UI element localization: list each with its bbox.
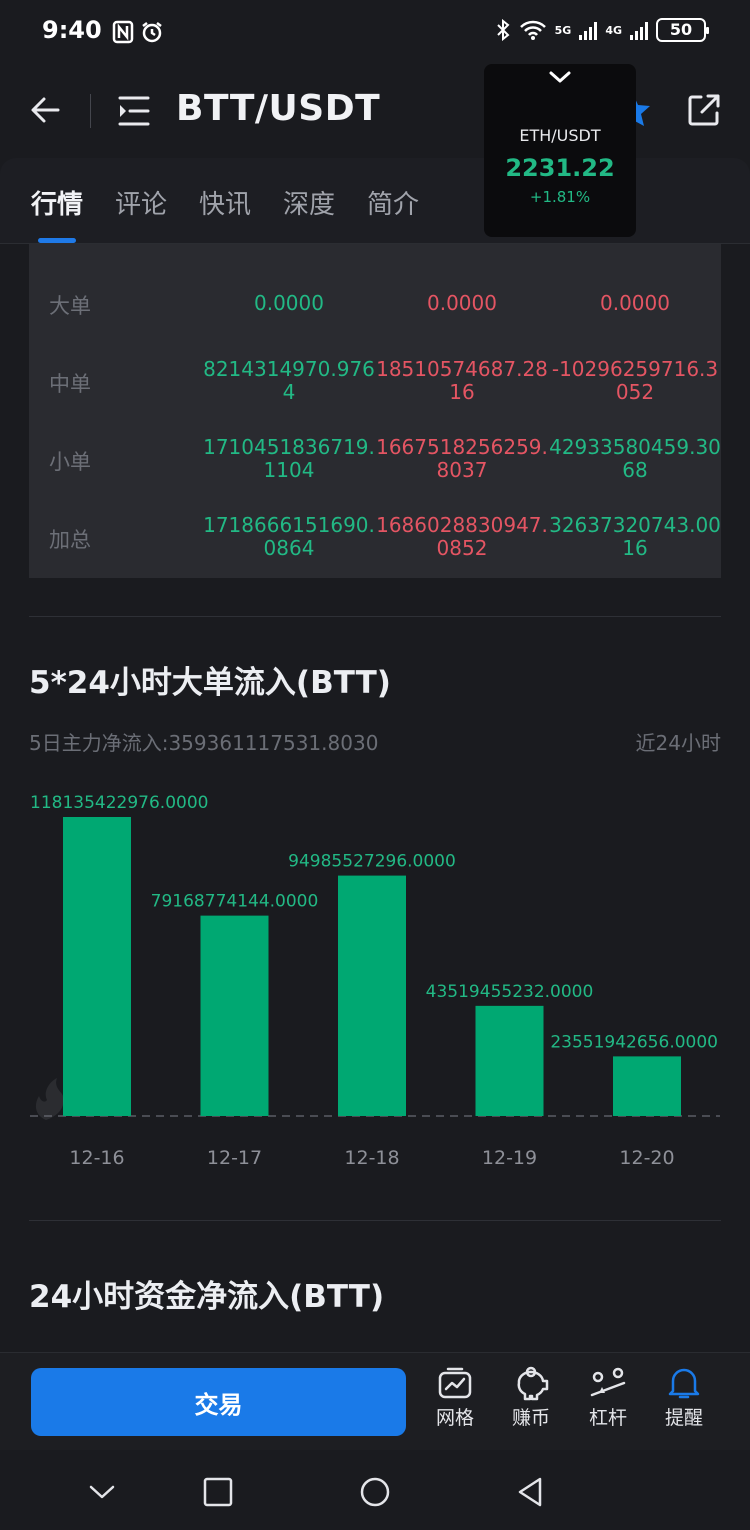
- outflow-value: 1667518256259.8037: [376, 435, 548, 482]
- back-arrow-icon[interactable]: [26, 90, 66, 130]
- network-type-1: 5G: [554, 23, 572, 37]
- large-order-title: 5*24小时大单流入(BTT): [29, 665, 391, 701]
- piggy-bank-icon: [517, 1366, 549, 1401]
- ticker-price: 2231.22: [505, 154, 615, 182]
- leverage-icon: [590, 1367, 626, 1397]
- signal-icon-2: [630, 20, 648, 40]
- net-flow-title: 24小时资金净流入(BTT): [29, 1279, 385, 1315]
- bar-12-19[interactable]: [475, 1005, 544, 1116]
- tab-comments[interactable]: 评论: [115, 184, 167, 221]
- status-bar: 9:40 5G 4G 50: [0, 0, 750, 64]
- wifi-icon: [519, 20, 546, 40]
- bluetooth-icon: [496, 19, 510, 41]
- floating-ticker[interactable]: ETH/USDT 2231.22 +1.81%: [484, 64, 636, 237]
- row-label: 小单: [49, 450, 91, 474]
- bar-value-label: 79168774144.0000: [151, 892, 319, 912]
- table-row: 加总 1718666151690.0864 1686028830947.0852…: [29, 498, 721, 576]
- five-day-net-inflow: 5日主力净流入:359361117531.8030: [29, 731, 379, 755]
- net-value: -10296259716.3052: [551, 357, 719, 404]
- bar-12-20[interactable]: [613, 1056, 681, 1116]
- alert-label: 提醒: [664, 1407, 703, 1429]
- grid-button[interactable]: 网格: [419, 1365, 491, 1430]
- x-tick-label: 12-20: [619, 1147, 674, 1169]
- period-selector[interactable]: 近24小时: [636, 727, 721, 756]
- share-icon[interactable]: [686, 92, 722, 128]
- inflow-value: 1710451836719.1104: [203, 435, 375, 482]
- tab-indicator: [38, 238, 76, 243]
- alert-button[interactable]: 提醒: [648, 1365, 720, 1430]
- battery-icon: 50: [656, 18, 709, 42]
- inflow-value: 8214314970.9764: [203, 357, 375, 404]
- status-left-icons: [112, 20, 164, 44]
- table-row: 中单 8214314970.9764 18510574687.2816 -102…: [29, 342, 721, 420]
- fund-flow-table: 大单 0.0000 0.0000 0.0000 中单 8214314970.97…: [29, 244, 721, 578]
- network-type-2: 4G: [605, 23, 622, 37]
- pair-menu-icon[interactable]: [116, 94, 152, 128]
- grid-label: 网格: [435, 1407, 474, 1429]
- x-tick-label: 12-16: [69, 1147, 124, 1169]
- bell-icon: [668, 1368, 700, 1399]
- bar-12-16[interactable]: [63, 817, 131, 1116]
- bottom-action-bar: 交易 网格 赚币 杠杆 提醒: [0, 1352, 750, 1450]
- pair-title[interactable]: BTT/USDT: [176, 88, 380, 129]
- ticker-pair: ETH/USDT: [519, 126, 601, 145]
- nav-back-icon[interactable]: [512, 1474, 548, 1510]
- table-row: 大单 0.0000 0.0000 0.0000: [29, 264, 721, 342]
- section-divider: [29, 1220, 721, 1221]
- tab-news[interactable]: 快讯: [199, 184, 251, 221]
- tab-depth[interactable]: 深度: [283, 184, 335, 221]
- app-header: BTT/USDT: [0, 64, 750, 158]
- nav-recents-icon[interactable]: [200, 1474, 236, 1510]
- earn-label: 赚币: [511, 1407, 550, 1429]
- tab-intro[interactable]: 简介: [367, 184, 419, 221]
- row-label: 加总: [49, 528, 91, 552]
- alarm-icon: [142, 22, 162, 43]
- bar-value-label: 118135422976.0000: [30, 793, 208, 813]
- chevron-down-icon[interactable]: [548, 70, 572, 84]
- trade-button[interactable]: 交易: [31, 1368, 406, 1436]
- table-row: 小单 1710451836719.1104 1667518256259.8037…: [29, 420, 721, 498]
- watermark-logo: [35, 1078, 64, 1120]
- tab-market[interactable]: 行情: [31, 184, 83, 221]
- leverage-button[interactable]: 杠杆: [572, 1365, 644, 1430]
- nav-collapse-icon[interactable]: [84, 1474, 120, 1510]
- system-nav-bar: [0, 1450, 750, 1530]
- signal-icon-1: [579, 20, 598, 40]
- bar-value-label: 23551942656.0000: [550, 1032, 718, 1052]
- net-value: 0.0000: [600, 291, 670, 315]
- bar-12-17[interactable]: [200, 915, 269, 1116]
- nfc-icon: [112, 20, 134, 44]
- section-divider: [29, 616, 721, 617]
- x-tick-label: 12-17: [207, 1147, 262, 1169]
- outflow-value: 18510574687.2816: [376, 357, 548, 404]
- net-value: 32637320743.0016: [549, 513, 721, 560]
- status-right-icons: 5G 4G 50: [495, 18, 709, 42]
- bar-value-label: 43519455232.0000: [426, 982, 594, 1002]
- leverage-label: 杠杆: [588, 1407, 627, 1429]
- status-time: 9:40: [42, 16, 102, 44]
- bar-12-18[interactable]: [338, 875, 406, 1116]
- x-tick-label: 12-18: [344, 1147, 399, 1169]
- row-label: 中单: [49, 372, 91, 396]
- header-divider: [90, 94, 91, 128]
- outflow-value: 1686028830947.0852: [376, 513, 548, 560]
- bar-value-label: 94985527296.0000: [288, 852, 456, 872]
- outflow-value: 0.0000: [427, 291, 497, 315]
- section-tabs: 行情 评论 快讯 深度 简介: [0, 158, 750, 244]
- net-value: 42933580459.3068: [549, 435, 721, 482]
- row-label: 大单: [49, 294, 91, 318]
- grid-bot-icon: [438, 1367, 472, 1399]
- nav-home-icon[interactable]: [357, 1474, 393, 1510]
- large-order-bar-chart: 118135422976.0000 12-16 79168774144.0000 12…: [0, 780, 750, 1180]
- ticker-change: +1.81%: [529, 188, 591, 206]
- inflow-value: 1718666151690.0864: [203, 513, 375, 560]
- inflow-value: 0.0000: [254, 291, 324, 315]
- x-tick-label: 12-19: [482, 1147, 537, 1169]
- earn-button[interactable]: 赚币: [495, 1365, 567, 1430]
